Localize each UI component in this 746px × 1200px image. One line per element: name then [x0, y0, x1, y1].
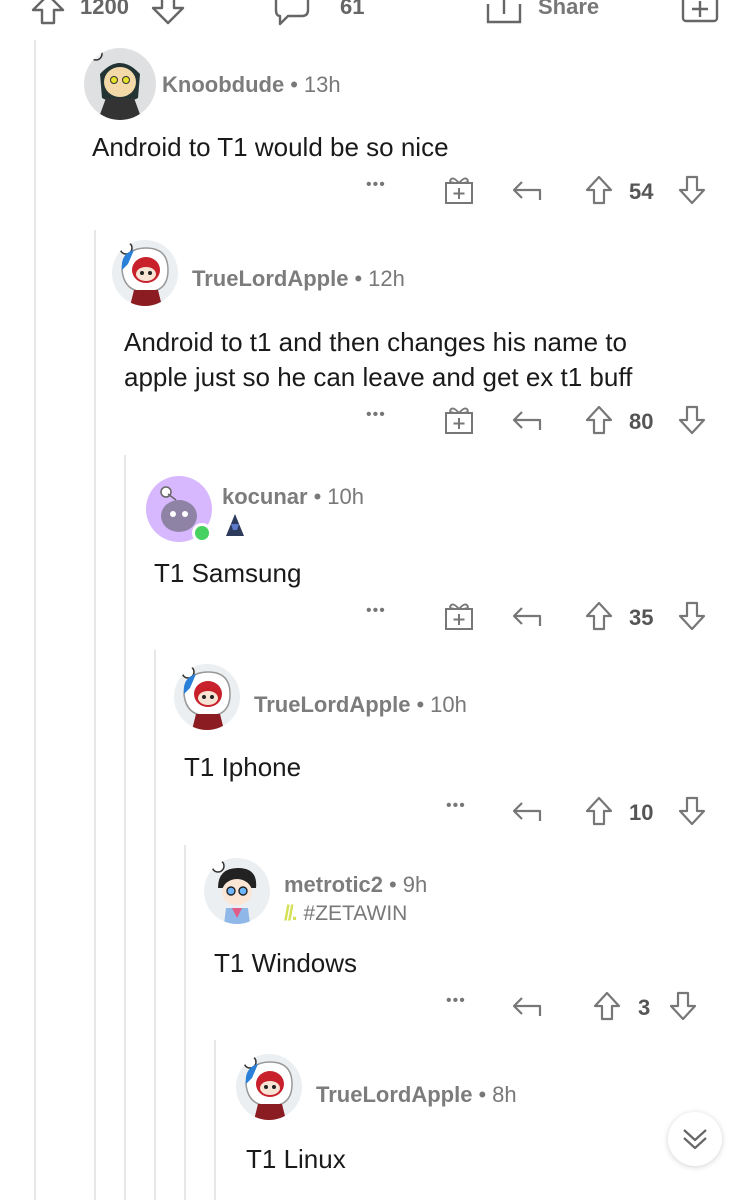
comment-body: Android to T1 would be so nice — [92, 130, 449, 165]
username[interactable]: kocunar — [222, 484, 308, 509]
comment-body: T1 Iphone — [184, 750, 301, 785]
share-button[interactable]: Share — [538, 0, 599, 20]
separator-dot: • — [354, 266, 363, 291]
comment-actions: ••• 35 — [0, 600, 746, 636]
username[interactable]: metrotic2 — [284, 872, 383, 897]
username[interactable]: TrueLordApple — [254, 692, 410, 717]
award-icon[interactable] — [444, 404, 474, 436]
thread-line-2[interactable] — [94, 230, 96, 1200]
thread-line-4[interactable] — [154, 650, 156, 1200]
avatar[interactable] — [204, 858, 270, 924]
reply-icon[interactable] — [512, 994, 544, 1020]
vote-count: 35 — [629, 605, 654, 630]
vote-count: 80 — [629, 409, 654, 434]
avatar[interactable] — [236, 1054, 302, 1120]
comment-body-line: T1 Iphone — [184, 752, 302, 782]
comment-body-line: Android to t1 and then changes his name … — [124, 327, 628, 357]
downvote-icon[interactable] — [150, 0, 186, 26]
comment-body-line: Android to T1 would be so nice — [92, 132, 449, 162]
comment-body-line: T1 Windows — [214, 948, 358, 978]
comment-body: Android to t1 and then changes his name … — [124, 325, 632, 395]
user-flair-icon — [226, 514, 244, 536]
comment-icon[interactable] — [272, 0, 312, 28]
separator-dot: • — [389, 872, 397, 897]
downvote-icon[interactable] — [668, 990, 698, 1022]
comment-actions: ••• 54 — [0, 174, 746, 210]
separator-dot: • — [416, 692, 425, 717]
comment-meta: Knoobdude • 13h — [162, 72, 341, 98]
separator-dot: • — [478, 1082, 487, 1107]
username[interactable]: TrueLordApple — [316, 1082, 472, 1107]
vote-count: 10 — [629, 800, 654, 825]
separator-dot: • — [290, 72, 298, 97]
username[interactable]: Knoobdude — [162, 72, 284, 97]
upvote-icon[interactable] — [584, 174, 614, 206]
separator-dot: • — [313, 484, 322, 509]
scroll-down-button[interactable] — [668, 1112, 722, 1166]
comment-body: T1 Windows — [214, 946, 357, 981]
comment-meta: kocunar • 10h — [222, 484, 364, 510]
timestamp: 8h — [492, 1082, 517, 1107]
thread-line-6[interactable] — [214, 1040, 216, 1200]
comment-body: T1 Linux — [246, 1142, 346, 1177]
chevron-down-icon — [683, 1129, 707, 1150]
vote-count: 54 — [629, 179, 654, 204]
post-upvote-count: 1200 — [80, 0, 129, 19]
zeta-flair-icon: //. — [284, 902, 297, 925]
online-status-indicator — [192, 523, 212, 543]
timestamp: 9h — [402, 872, 428, 897]
avatar[interactable] — [112, 240, 178, 306]
avatar[interactable] — [174, 664, 240, 730]
upvote-icon[interactable] — [584, 404, 614, 436]
comment-actions: ••• 3 — [0, 990, 746, 1026]
timestamp: 13h — [303, 72, 341, 97]
more-icon[interactable]: ••• — [446, 797, 466, 815]
timestamp: 12h — [368, 266, 405, 291]
comment-body-line: T1 Samsung — [154, 558, 302, 588]
flair-text: #ZETAWIN — [303, 902, 408, 925]
more-icon[interactable]: ••• — [446, 992, 466, 1010]
award-icon[interactable] — [680, 0, 720, 26]
more-icon[interactable]: ••• — [366, 176, 386, 194]
username[interactable]: TrueLordApple — [192, 266, 348, 291]
comment-meta: TrueLordApple • 12h — [192, 266, 405, 292]
comment-actions: ••• 10 — [0, 795, 746, 831]
user-flair: //. #ZETAWIN — [284, 902, 407, 926]
comment-meta: TrueLordApple • 10h — [254, 692, 467, 718]
more-icon[interactable]: ••• — [366, 602, 386, 620]
downvote-icon[interactable] — [677, 600, 707, 632]
award-icon[interactable] — [444, 600, 474, 632]
timestamp: 10h — [327, 484, 365, 509]
comment-body: T1 Samsung — [154, 556, 301, 591]
share-icon[interactable] — [484, 0, 524, 28]
comment-meta: TrueLordApple • 8h — [316, 1082, 517, 1108]
reply-icon[interactable] — [512, 178, 544, 204]
post-comment-count: 61 — [340, 0, 365, 19]
timestamp: 10h — [430, 692, 467, 717]
comment-body-line: T1 Linux — [246, 1144, 346, 1174]
upvote-icon[interactable] — [584, 600, 614, 632]
reply-icon[interactable] — [512, 408, 544, 434]
award-icon[interactable] — [444, 174, 474, 206]
downvote-icon[interactable] — [677, 404, 707, 436]
upvote-icon[interactable] — [584, 795, 614, 827]
comment-body-line: apple just so he can leave and get ex t1… — [124, 362, 633, 392]
reply-icon[interactable] — [512, 604, 544, 630]
comment-meta: metrotic2 • 9h — [284, 872, 427, 898]
reply-icon[interactable] — [512, 799, 544, 825]
avatar[interactable] — [84, 48, 156, 120]
upvote-icon[interactable] — [592, 990, 622, 1022]
more-icon[interactable]: ••• — [366, 406, 386, 424]
comment-actions: ••• 80 — [0, 404, 746, 440]
vote-count: 3 — [638, 995, 651, 1020]
downvote-icon[interactable] — [677, 795, 707, 827]
upvote-icon[interactable] — [30, 0, 66, 26]
downvote-icon[interactable] — [677, 174, 707, 206]
